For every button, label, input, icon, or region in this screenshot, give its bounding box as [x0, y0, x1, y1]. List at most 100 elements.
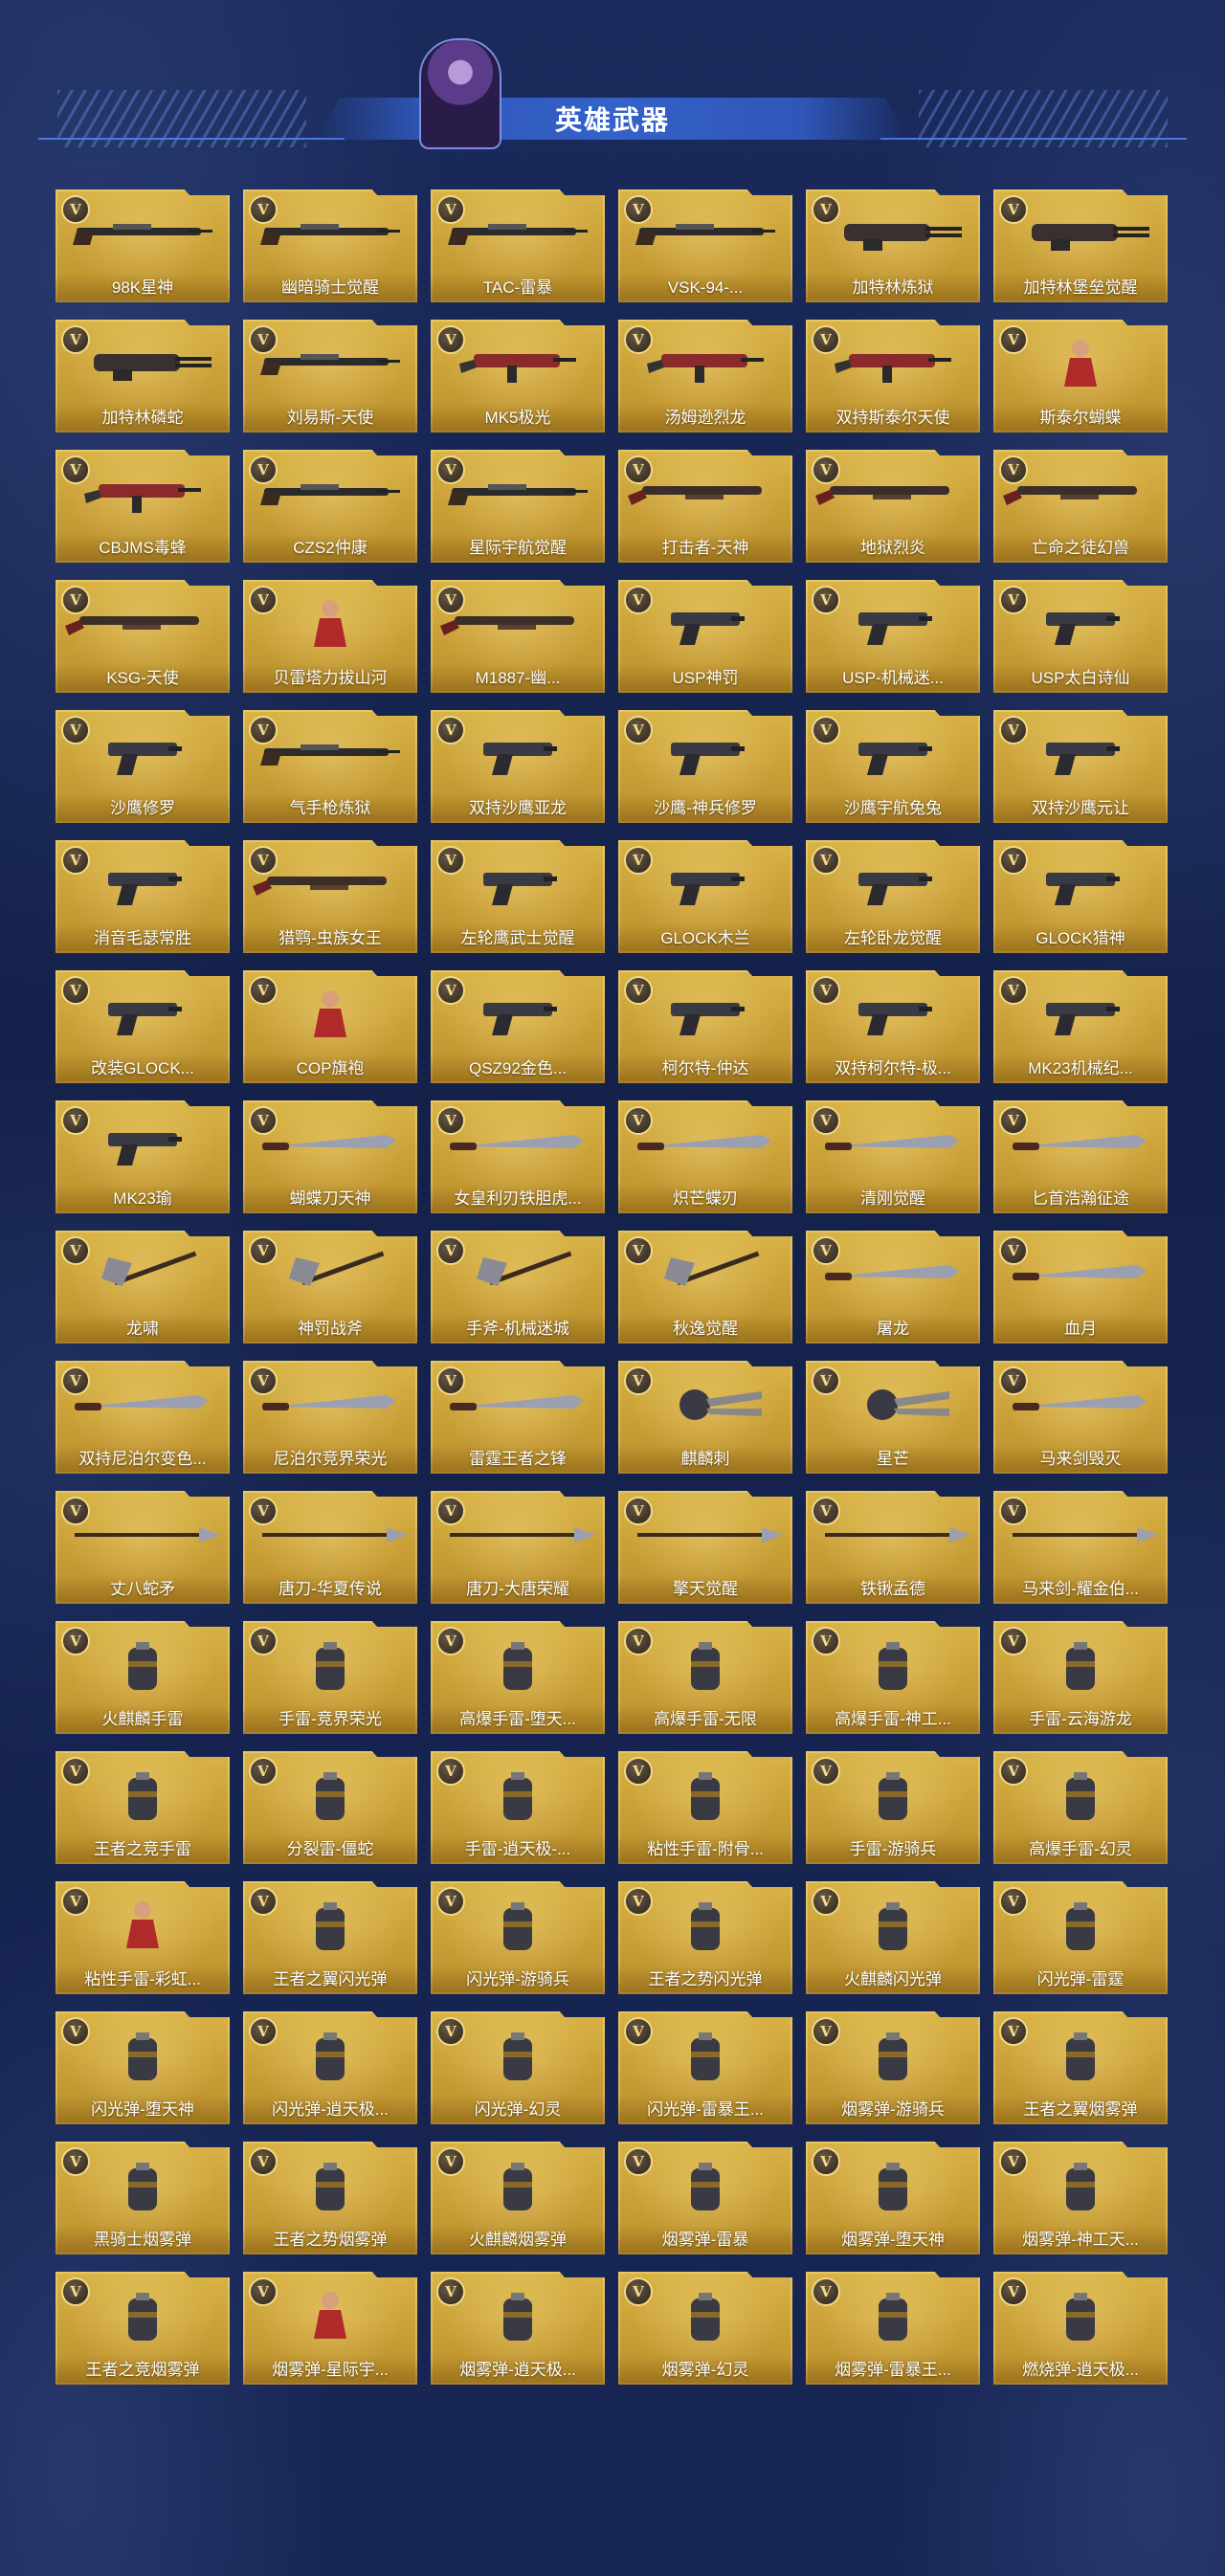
weapon-card[interactable]: V COP旗袍	[243, 970, 417, 1083]
weapon-card[interactable]: V 高爆手雷-神工...	[806, 1621, 980, 1734]
weapon-card[interactable]: V 擎天觉醒	[618, 1491, 792, 1604]
weapon-card[interactable]: V 手斧-机械迷城	[431, 1231, 605, 1344]
weapon-card[interactable]: V CZS2仲康	[243, 450, 417, 563]
weapon-card[interactable]: V 双持斯泰尔天使	[806, 320, 980, 433]
weapon-card[interactable]: V 蝴蝶刀天神	[243, 1100, 417, 1213]
weapon-card[interactable]: V M1887-幽...	[431, 580, 605, 693]
weapon-card[interactable]: V 双持尼泊尔变色...	[56, 1361, 230, 1474]
weapon-card[interactable]: V 闪光弹-雷霆	[993, 1881, 1168, 1994]
weapon-card[interactable]: V 汤姆逊烈龙	[618, 320, 792, 433]
weapon-card[interactable]: V 王者之竞手雷	[56, 1751, 230, 1864]
weapon-card[interactable]: V 龙啸	[56, 1231, 230, 1344]
weapon-card[interactable]: V 高爆手雷-堕天...	[431, 1621, 605, 1734]
weapon-card[interactable]: V QSZ92金色...	[431, 970, 605, 1083]
weapon-card[interactable]: V 黑骑士烟雾弹	[56, 2142, 230, 2254]
weapon-card[interactable]: V 秋逸觉醒	[618, 1231, 792, 1344]
weapon-card[interactable]: V MK23瑜	[56, 1100, 230, 1213]
weapon-card[interactable]: V USP神罚	[618, 580, 792, 693]
weapon-card[interactable]: V 女皇利刃铁胆虎...	[431, 1100, 605, 1213]
weapon-card[interactable]: V 幽暗骑士觉醒	[243, 189, 417, 302]
weapon-card[interactable]: V 刘易斯-天使	[243, 320, 417, 433]
weapon-card[interactable]: V 左轮卧龙觉醒	[806, 840, 980, 953]
weapon-card[interactable]: V 亡命之徒幻兽	[993, 450, 1168, 563]
weapon-card[interactable]: V 烟雾弹-堕天神	[806, 2142, 980, 2254]
weapon-card[interactable]: V 尼泊尔竞界荣光	[243, 1361, 417, 1474]
weapon-card[interactable]: V 丈八蛇矛	[56, 1491, 230, 1604]
weapon-card[interactable]: V 贝雷塔力拔山河	[243, 580, 417, 693]
weapon-card[interactable]: V 闪光弹-幻灵	[431, 2011, 605, 2124]
weapon-card[interactable]: V 手雷-逍天极-...	[431, 1751, 605, 1864]
weapon-card[interactable]: V 双持柯尔特-极...	[806, 970, 980, 1083]
weapon-card[interactable]: V 星际宇航觉醒	[431, 450, 605, 563]
weapon-card[interactable]: V 马来剑毁灭	[993, 1361, 1168, 1474]
weapon-card[interactable]: V 匕首浩瀚征途	[993, 1100, 1168, 1213]
weapon-card[interactable]: V USP太白诗仙	[993, 580, 1168, 693]
weapon-card[interactable]: V 铁锹孟德	[806, 1491, 980, 1604]
weapon-card[interactable]: V 王者之竞烟雾弹	[56, 2272, 230, 2385]
weapon-card[interactable]: V 闪光弹-游骑兵	[431, 1881, 605, 1994]
weapon-card[interactable]: V MK5极光	[431, 320, 605, 433]
weapon-card[interactable]: V GLOCK猎神	[993, 840, 1168, 953]
weapon-card[interactable]: V 粘性手雷-彩虹...	[56, 1881, 230, 1994]
weapon-card[interactable]: V 改装GLOCK...	[56, 970, 230, 1083]
weapon-card[interactable]: V 沙鹰修罗	[56, 710, 230, 823]
weapon-card[interactable]: V 手雷-竞界荣光	[243, 1621, 417, 1734]
weapon-card[interactable]: V 燃烧弹-逍天极...	[993, 2272, 1168, 2385]
weapon-card[interactable]: V 闪光弹-逍天极...	[243, 2011, 417, 2124]
weapon-card[interactable]: V 烟雾弹-雷暴	[618, 2142, 792, 2254]
weapon-card[interactable]: V 烟雾弹-幻灵	[618, 2272, 792, 2385]
weapon-card[interactable]: V USP-机械迷...	[806, 580, 980, 693]
weapon-card[interactable]: V 斯泰尔蝴蝶	[993, 320, 1168, 433]
weapon-card[interactable]: V 血月	[993, 1231, 1168, 1344]
weapon-card[interactable]: V 清刚觉醒	[806, 1100, 980, 1213]
weapon-card[interactable]: V 星芒	[806, 1361, 980, 1474]
weapon-card[interactable]: V 分裂雷-僵蛇	[243, 1751, 417, 1864]
weapon-card[interactable]: V 唐刀-大唐荣耀	[431, 1491, 605, 1604]
weapon-card[interactable]: V 沙鹰宇航兔兔	[806, 710, 980, 823]
weapon-card[interactable]: V 烟雾弹-星际宇...	[243, 2272, 417, 2385]
weapon-card[interactable]: V 高爆手雷-无限	[618, 1621, 792, 1734]
weapon-card[interactable]: V 加特林炼狱	[806, 189, 980, 302]
weapon-card[interactable]: V 炽芒蝶刃	[618, 1100, 792, 1213]
weapon-card[interactable]: V 加特林堡垒觉醒	[993, 189, 1168, 302]
weapon-card[interactable]: V 唐刀-华夏传说	[243, 1491, 417, 1604]
weapon-card[interactable]: V 王者之势闪光弹	[618, 1881, 792, 1994]
weapon-card[interactable]: V 神罚战斧	[243, 1231, 417, 1344]
weapon-card[interactable]: V 闪光弹-雷暴王...	[618, 2011, 792, 2124]
weapon-card[interactable]: V 高爆手雷-幻灵	[993, 1751, 1168, 1864]
weapon-card[interactable]: V GLOCK木兰	[618, 840, 792, 953]
weapon-card[interactable]: V 加特林磷蛇	[56, 320, 230, 433]
weapon-card[interactable]: V TAC-雷暴	[431, 189, 605, 302]
weapon-card[interactable]: V 98K星神	[56, 189, 230, 302]
weapon-card[interactable]: V 王者之势烟雾弹	[243, 2142, 417, 2254]
weapon-card[interactable]: V 左轮鹰武士觉醒	[431, 840, 605, 953]
weapon-card[interactable]: V 火麒麟手雷	[56, 1621, 230, 1734]
weapon-card[interactable]: V 闪光弹-堕天神	[56, 2011, 230, 2124]
weapon-card[interactable]: V 地狱烈炎	[806, 450, 980, 563]
weapon-card[interactable]: V KSG-天使	[56, 580, 230, 693]
weapon-card[interactable]: V 屠龙	[806, 1231, 980, 1344]
weapon-card[interactable]: V 王者之翼烟雾弹	[993, 2011, 1168, 2124]
weapon-card[interactable]: V 手雷-云海游龙	[993, 1621, 1168, 1734]
weapon-card[interactable]: V 手雷-游骑兵	[806, 1751, 980, 1864]
weapon-card[interactable]: V 烟雾弹-神工天...	[993, 2142, 1168, 2254]
weapon-card[interactable]: V 双持沙鹰亚龙	[431, 710, 605, 823]
weapon-card[interactable]: V 猎鹗-虫族女王	[243, 840, 417, 953]
weapon-card[interactable]: V 柯尔特-仲达	[618, 970, 792, 1083]
weapon-card[interactable]: V 消音毛瑟常胜	[56, 840, 230, 953]
weapon-card[interactable]: V VSK-94-...	[618, 189, 792, 302]
weapon-card[interactable]: V 烟雾弹-逍天极...	[431, 2272, 605, 2385]
weapon-card[interactable]: V 打击者-天神	[618, 450, 792, 563]
weapon-card[interactable]: V 沙鹰-神兵修罗	[618, 710, 792, 823]
weapon-card[interactable]: V 粘性手雷-附骨...	[618, 1751, 792, 1864]
weapon-card[interactable]: V 烟雾弹-游骑兵	[806, 2011, 980, 2124]
weapon-card[interactable]: V CBJMS毒蜂	[56, 450, 230, 563]
weapon-card[interactable]: V 雷霆王者之锋	[431, 1361, 605, 1474]
weapon-card[interactable]: V 火麒麟烟雾弹	[431, 2142, 605, 2254]
weapon-card[interactable]: V 烟雾弹-雷暴王...	[806, 2272, 980, 2385]
weapon-card[interactable]: V 马来剑-耀金伯...	[993, 1491, 1168, 1604]
weapon-card[interactable]: V 双持沙鹰元让	[993, 710, 1168, 823]
weapon-card[interactable]: V MK23机械纪...	[993, 970, 1168, 1083]
weapon-card[interactable]: V 王者之翼闪光弹	[243, 1881, 417, 1994]
weapon-card[interactable]: V 火麒麟闪光弹	[806, 1881, 980, 1994]
